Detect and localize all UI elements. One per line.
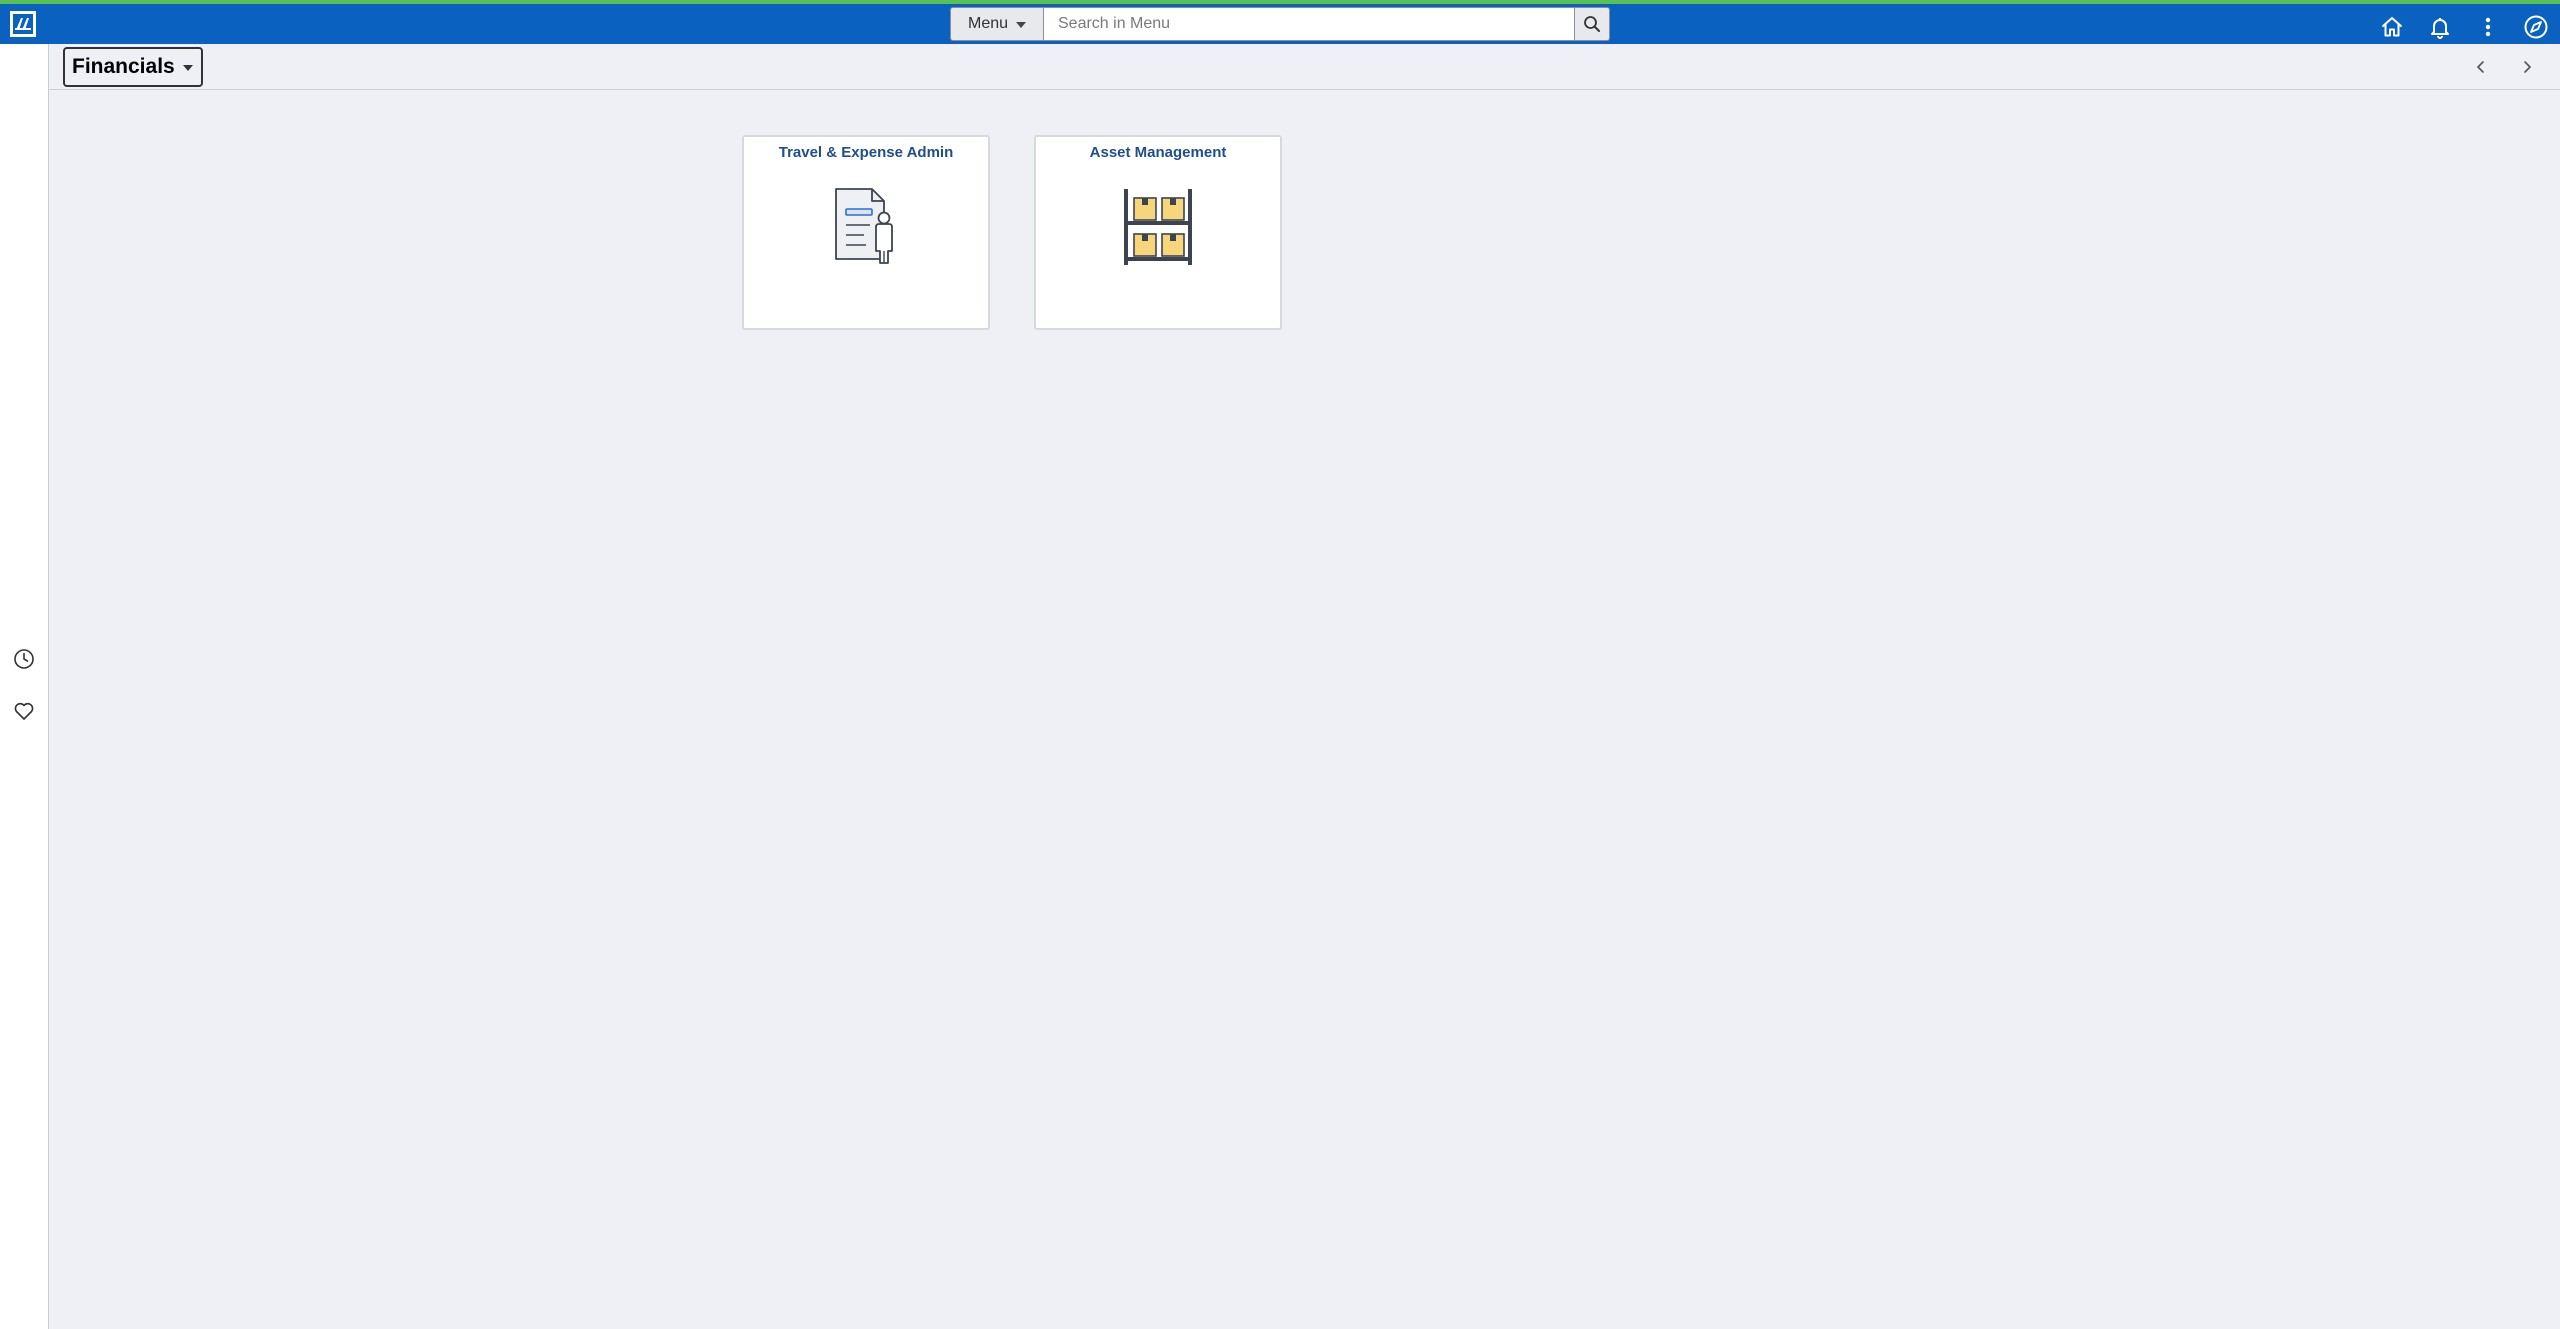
previous-homepage-button[interactable] [2467, 53, 2495, 81]
favorites-button[interactable] [10, 697, 38, 725]
menu-dropdown-button[interactable]: Menu [950, 7, 1044, 41]
home-icon [2382, 17, 2402, 37]
top-banner: Menu [0, 0, 2560, 44]
search-button[interactable] [1574, 7, 1610, 41]
tile-title: Travel & Expense Admin [778, 144, 954, 161]
document-person-icon [835, 188, 893, 264]
chevron-down-icon [1016, 22, 1027, 28]
logo-icon [13, 14, 33, 34]
global-search: Menu [950, 7, 1610, 41]
tile-asset-management[interactable]: Asset Management [1034, 135, 1282, 330]
navbar-button[interactable] [2521, 12, 2551, 42]
recent-items-icon [14, 649, 34, 669]
navbar-icon [2524, 15, 2548, 39]
left-side-rail [0, 44, 49, 1329]
chevron-down-icon [182, 65, 193, 71]
notifications-icon [2431, 18, 2449, 39]
recent-items-button[interactable] [10, 645, 38, 673]
actions-menu-icon [2485, 17, 2491, 37]
favorites-icon [14, 702, 34, 720]
tile-title: Asset Management [1089, 144, 1227, 161]
homepage-header: Financials [50, 44, 2560, 90]
storage-shelf-icon [1124, 189, 1192, 265]
search-icon [1584, 16, 1600, 32]
tile-travel-expense-admin[interactable]: Travel & Expense Admin [742, 135, 990, 330]
homepage-selector[interactable]: Financials [63, 47, 203, 87]
homepage-title: Financials [72, 55, 175, 78]
next-homepage-button[interactable] [2513, 53, 2541, 81]
search-input[interactable] [1044, 7, 1574, 41]
home-button[interactable] [2377, 12, 2407, 42]
notifications-button[interactable] [2425, 12, 2455, 42]
menu-button-label: Menu [967, 15, 1009, 32]
next-icon [2524, 61, 2531, 73]
previous-icon [2477, 61, 2484, 73]
actions-menu-button[interactable] [2473, 12, 2503, 42]
university-logo[interactable] [10, 11, 36, 37]
